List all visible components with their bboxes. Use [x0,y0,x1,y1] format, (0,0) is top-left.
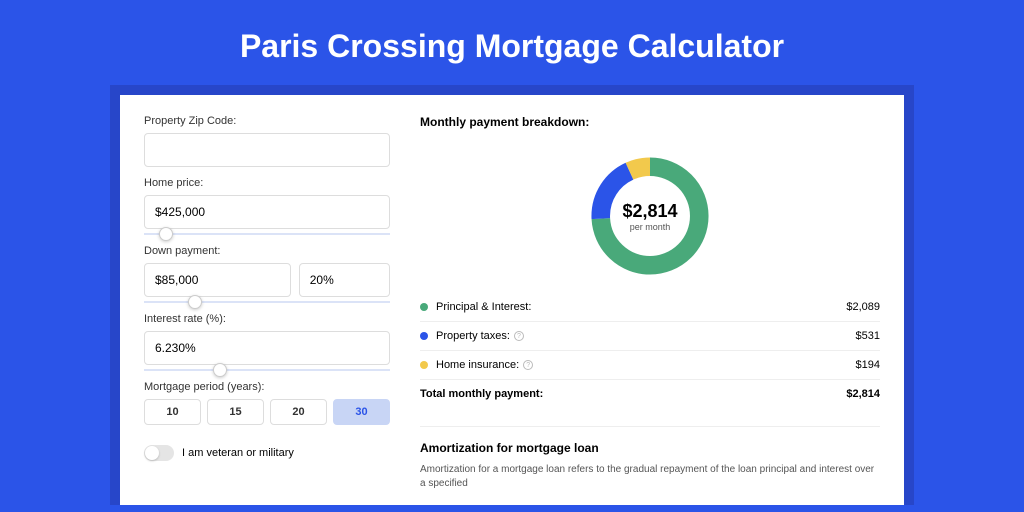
breakdown-line: Property taxes:? $531 [420,321,880,350]
form-column: Property Zip Code: Home price: Down paym… [120,95,400,505]
info-icon[interactable]: ? [514,331,524,341]
slider-thumb[interactable] [159,227,173,241]
down-payment-label: Down payment: [144,245,390,257]
legend-dot [420,332,428,340]
home-price-label: Home price: [144,177,390,189]
breakdown-label: Principal & Interest: [436,301,531,313]
down-payment-pct-input[interactable] [299,263,390,297]
rate-label: Interest rate (%): [144,313,390,325]
down-payment-slider[interactable] [144,301,390,303]
veteran-row: I am veteran or military [144,445,390,461]
total-line: Total monthly payment: $2,814 [420,379,880,408]
period-buttons: 10152030 [144,399,390,425]
total-value: $2,814 [846,388,880,400]
toggle-knob [145,446,159,460]
donut-amount: $2,814 [622,201,677,222]
breakdown-column: Monthly payment breakdown: $2,814 per mo… [400,95,904,505]
slider-thumb[interactable] [188,295,202,309]
amortization-text: Amortization for a mortgage loan refers … [420,463,880,491]
legend-dot [420,303,428,311]
donut-sublabel: per month [630,222,671,232]
breakdown-label: Property taxes: [436,330,510,342]
breakdown-value: $531 [856,330,880,342]
period-button-20[interactable]: 20 [270,399,327,425]
period-button-15[interactable]: 15 [207,399,264,425]
period-label: Mortgage period (years): [144,381,390,393]
home-price-slider[interactable] [144,233,390,235]
total-label: Total monthly payment: [420,388,543,400]
legend-dot [420,361,428,369]
down-payment-input[interactable] [144,263,291,297]
page-title: Paris Crossing Mortgage Calculator [0,0,1024,85]
breakdown-title: Monthly payment breakdown: [420,115,880,129]
home-price-input[interactable] [144,195,390,229]
veteran-label: I am veteran or military [182,447,294,459]
calculator-card: Property Zip Code: Home price: Down paym… [120,95,904,505]
inner-band: Property Zip Code: Home price: Down paym… [110,85,914,505]
breakdown-line: Home insurance:? $194 [420,350,880,379]
info-icon[interactable]: ? [523,360,533,370]
slider-thumb[interactable] [213,363,227,377]
zip-input[interactable] [144,133,390,167]
rate-input[interactable] [144,331,390,365]
breakdown-lines: Principal & Interest: $2,089 Property taxe… [420,293,880,379]
breakdown-line: Principal & Interest: $2,089 [420,293,880,321]
breakdown-value: $2,089 [846,301,880,313]
period-button-10[interactable]: 10 [144,399,201,425]
amortization-title: Amortization for mortgage loan [420,426,880,455]
rate-slider[interactable] [144,369,390,371]
zip-label: Property Zip Code: [144,115,390,127]
donut-chart: $2,814 per month [585,151,715,281]
breakdown-value: $194 [856,359,880,371]
veteran-toggle[interactable] [144,445,174,461]
donut-wrap: $2,814 per month [420,141,880,293]
period-button-30[interactable]: 30 [333,399,390,425]
breakdown-label: Home insurance: [436,359,519,371]
